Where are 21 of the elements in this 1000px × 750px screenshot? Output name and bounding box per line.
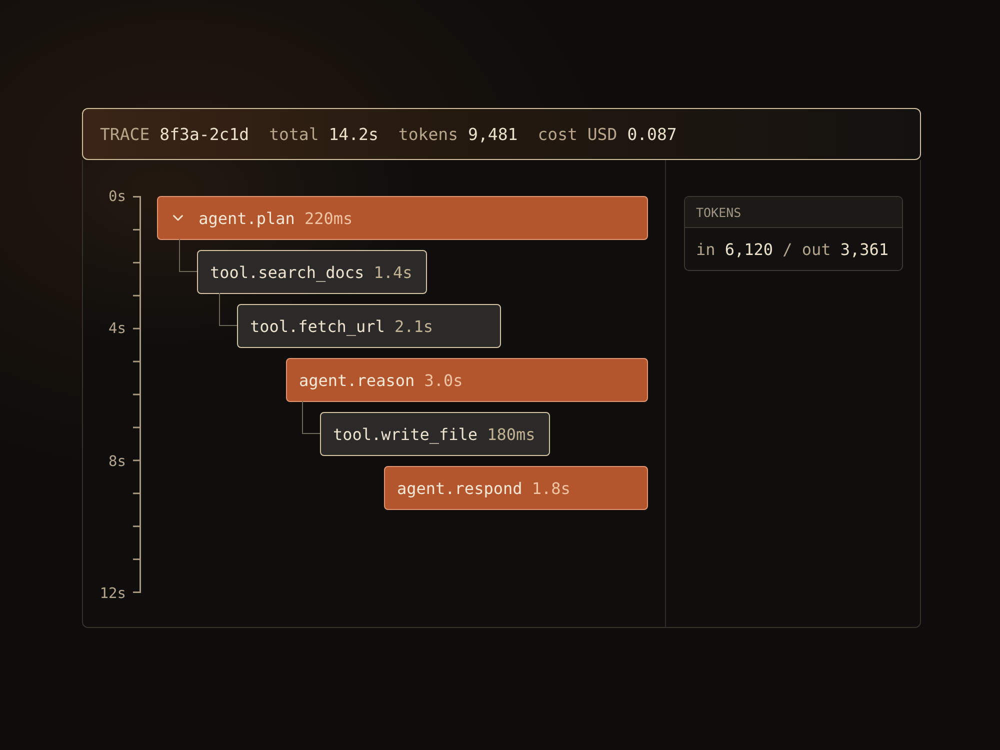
stat-value: 8f3a-2c1d — [160, 124, 250, 144]
card-title: TOKENS — [696, 204, 742, 220]
span-bar[interactable]: agent.respond 1.8s — [384, 466, 648, 510]
chevron-down-icon[interactable] — [173, 215, 183, 221]
axis-label: 4s — [108, 320, 126, 338]
axis-label: 12s — [100, 584, 126, 603]
stat-label: cost USD — [538, 124, 618, 144]
stat-value: 0.087 — [627, 124, 677, 144]
axis-label: 8s — [108, 452, 126, 471]
span-bar[interactable]: tool.search_docs 1.4s — [197, 250, 427, 294]
span-bar[interactable]: tool.fetch_url 2.1s — [237, 304, 501, 348]
span-bar[interactable]: agent.plan 220ms — [157, 196, 648, 240]
stat-value: 9,481 — [468, 124, 518, 144]
stat-value: 14.2s — [328, 124, 378, 144]
stat-label: TRACE — [100, 124, 150, 144]
axis-label: 0s — [108, 188, 126, 206]
span-bar[interactable]: tool.write_file 180ms — [320, 412, 550, 456]
span-bar[interactable]: agent.reason 3.0s — [286, 358, 648, 402]
stat-label: tokens — [398, 124, 458, 144]
stat-label: total — [269, 124, 319, 144]
token-counts: in 6,120 / out 3,361 — [696, 240, 889, 258]
